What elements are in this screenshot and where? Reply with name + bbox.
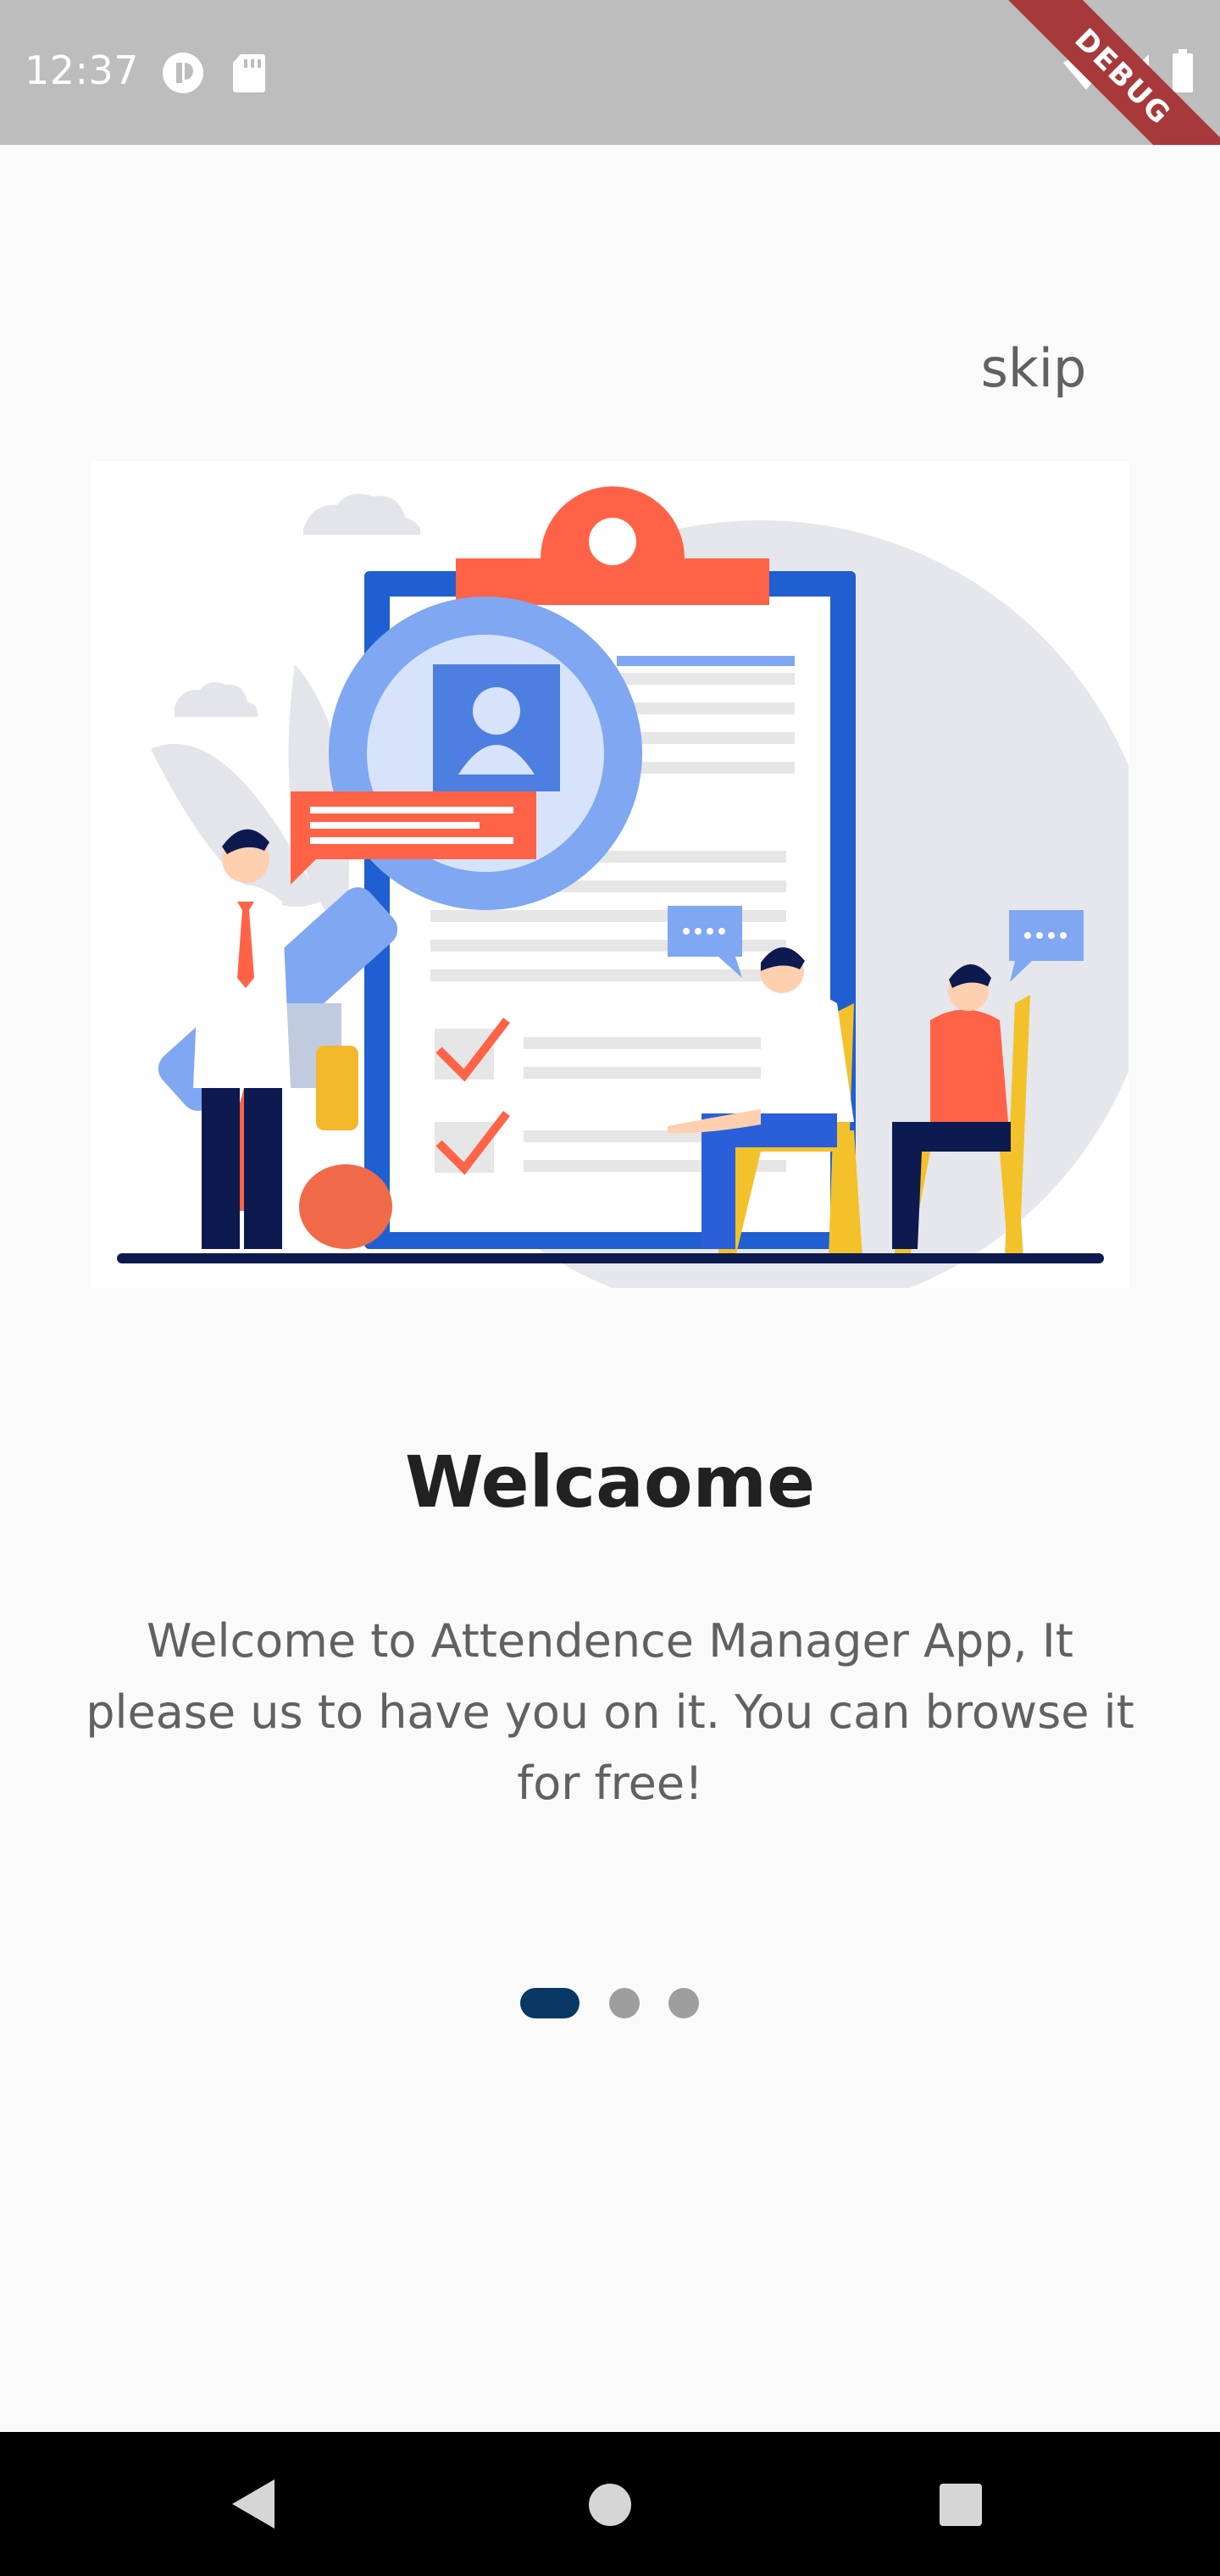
page-indicator [0, 1988, 1220, 2018]
sd-card-icon [233, 54, 265, 92]
skip-button[interactable]: skip [974, 335, 1093, 402]
onboarding-illustration [92, 461, 1159, 1317]
navigation-bar [0, 2432, 1220, 2576]
status-time: 12:37 [25, 47, 140, 93]
onboarding-description: Welcome to Attendence Manager App, It pl… [86, 1614, 1134, 1810]
home-button[interactable] [588, 2483, 632, 2527]
notification-icon [163, 53, 203, 93]
page-dot-2[interactable] [609, 1988, 640, 2018]
status-bar: 12:37 DEBUG [0, 0, 1220, 145]
battery-icon [1173, 49, 1193, 92]
onboarding-title: Welcaome [404, 1441, 816, 1524]
page-dot-3[interactable] [668, 1988, 699, 2018]
recruitment-illustration [117, 486, 1159, 1317]
back-button[interactable] [230, 2478, 276, 2530]
page-dot-1[interactable] [520, 1988, 580, 2018]
recents-button[interactable] [939, 2483, 983, 2527]
